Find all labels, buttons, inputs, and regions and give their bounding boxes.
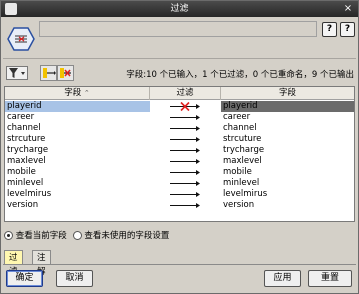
arrow-icon[interactable] <box>150 200 221 211</box>
table-row[interactable]: maxlevel maxlevel <box>5 156 354 167</box>
window-icon <box>5 3 17 15</box>
field-filter-table: 字段 ⌃ 过滤 字段 playerid playerid career career c… <box>4 86 355 222</box>
sort-ascending-icon: ⌃ <box>83 89 90 97</box>
filter-dialog: 过滤 × ? ? 字段:10 个已输入，1 个已过滤，0 个已重命名，9 个已输… <box>0 0 359 294</box>
filter-dropdown-icon[interactable] <box>6 66 28 80</box>
title-bar: 过滤 × <box>1 1 358 17</box>
output-field-name[interactable]: levelmirus <box>221 189 354 200</box>
output-field-name[interactable]: minlevel <box>221 178 354 189</box>
table-row[interactable]: career career <box>5 112 354 123</box>
filter-node-icon <box>7 27 35 51</box>
column-header-output-field[interactable]: 字段 <box>221 87 354 100</box>
view-current-radio[interactable] <box>4 231 13 240</box>
question-icon[interactable]: ? <box>340 22 355 37</box>
help-icon[interactable]: ? <box>322 22 337 37</box>
view-unused-option[interactable]: 查看未使用的字段设置 <box>72 229 170 241</box>
view-options: 查看当前字段 查看未使用的字段设置 <box>4 227 355 243</box>
arrow-icon[interactable] <box>150 178 221 189</box>
arrow-icon[interactable] <box>150 167 221 178</box>
table-header: 字段 ⌃ 过滤 字段 <box>5 87 354 100</box>
header-divider <box>3 58 356 59</box>
input-field-name: maxlevel <box>7 156 46 166</box>
output-field-name[interactable]: playerid <box>221 101 354 112</box>
table-row[interactable]: trycharge trycharge <box>5 145 354 156</box>
output-field-name[interactable]: version <box>221 200 354 211</box>
view-unused-label: 查看未使用的字段设置 <box>84 231 170 241</box>
ok-button[interactable]: 确定 <box>6 270 43 287</box>
view-unused-radio[interactable] <box>72 231 82 240</box>
table-row[interactable]: mobile mobile <box>5 167 354 178</box>
cancel-button[interactable]: 取消 <box>56 270 93 287</box>
input-field-name: mobile <box>7 167 36 177</box>
view-current-label: 查看当前字段 <box>15 231 67 241</box>
cross-arrow-icon[interactable] <box>150 101 221 112</box>
table-row[interactable]: minlevel minlevel <box>5 178 354 189</box>
output-field-name[interactable]: strcuture <box>221 134 354 145</box>
table-row[interactable]: strcuture strcuture <box>5 134 354 145</box>
input-field-name: trycharge <box>7 145 49 155</box>
tab-annotation[interactable]: 注解 <box>32 250 51 277</box>
reset-button[interactable]: 重置 <box>308 270 352 287</box>
input-field-name: strcuture <box>7 134 46 144</box>
footer-divider <box>3 264 356 265</box>
table-row[interactable]: playerid playerid <box>5 101 354 112</box>
pass-all-icon[interactable] <box>40 65 57 81</box>
arrow-icon[interactable] <box>150 156 221 167</box>
input-field-name: minlevel <box>7 178 44 188</box>
close-icon[interactable]: × <box>342 1 354 17</box>
output-field-name[interactable]: channel <box>221 123 354 134</box>
arrow-icon[interactable] <box>150 123 221 134</box>
arrow-icon[interactable] <box>150 189 221 200</box>
table-row[interactable]: levelmirus levelmirus <box>5 189 354 200</box>
input-field-name: channel <box>7 123 41 133</box>
column-header-filter[interactable]: 过滤 <box>150 87 221 100</box>
filter-all-icon[interactable] <box>57 65 74 81</box>
input-field-name: levelmirus <box>7 189 52 199</box>
arrow-icon[interactable] <box>150 112 221 123</box>
tab-filter[interactable]: 过滤 <box>4 250 23 277</box>
field-status-summary: 字段:10 个已输入，1 个已过滤，0 个已重命名，9 个已输出 <box>126 70 354 80</box>
window-title: 过滤 <box>170 4 189 14</box>
input-field-name: playerid <box>5 101 150 112</box>
output-field-name[interactable]: mobile <box>221 167 354 178</box>
column-header-input-field[interactable]: 字段 ⌃ <box>5 87 150 100</box>
input-field-name: version <box>7 200 39 210</box>
input-field-name: career <box>7 112 35 122</box>
output-field-name[interactable]: trycharge <box>221 145 354 156</box>
arrow-icon[interactable] <box>150 134 221 145</box>
apply-button[interactable]: 应用 <box>264 270 301 287</box>
node-name-field[interactable] <box>39 21 317 37</box>
output-field-name[interactable]: career <box>221 112 354 123</box>
output-field-name[interactable]: maxlevel <box>221 156 354 167</box>
table-row[interactable]: channel channel <box>5 123 354 134</box>
arrow-icon[interactable] <box>150 145 221 156</box>
column-header-label: 字段 <box>64 88 82 98</box>
view-current-option[interactable]: 查看当前字段 <box>4 229 67 241</box>
table-row[interactable]: version version <box>5 200 354 211</box>
